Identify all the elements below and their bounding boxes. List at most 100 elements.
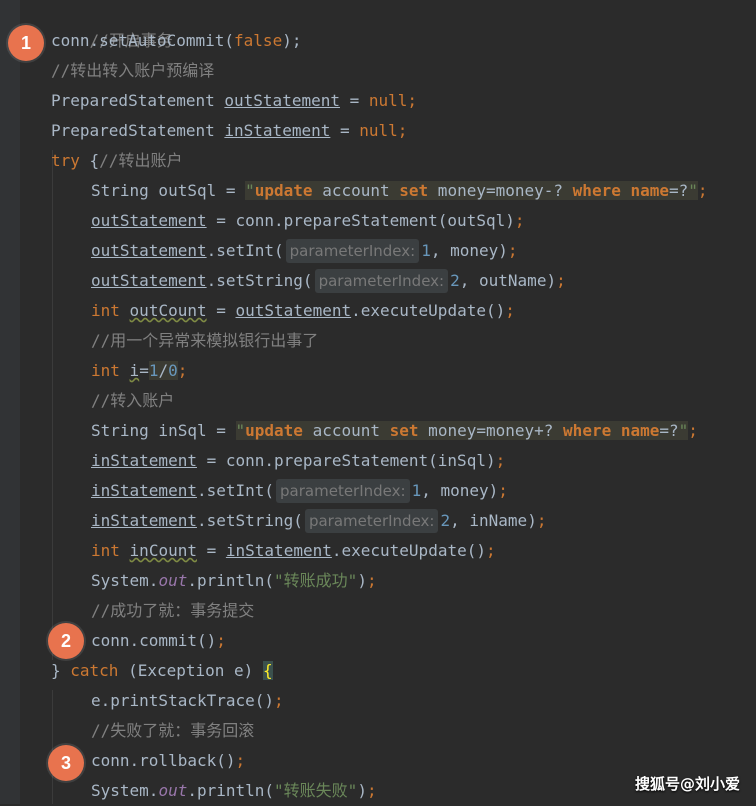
code-token: PreparedStatement xyxy=(51,91,225,110)
code-line[interactable]: int inCount = inStatement.executeUpdate(… xyxy=(91,536,496,566)
code-token: .println( xyxy=(187,781,275,800)
variable: inStatement xyxy=(91,481,197,500)
keyword: false xyxy=(234,31,283,50)
code-token: ); xyxy=(282,31,302,50)
parameter-hint: parameterIndex: xyxy=(285,239,420,263)
code-line[interactable]: outStatement.setString(parameterIndex: 2,… xyxy=(91,266,566,296)
code-token: conn.commit() xyxy=(91,631,217,650)
code-line[interactable]: //转入账户 xyxy=(91,386,174,416)
code-editor[interactable]: //开启事务 conn.setAutoCommit(false); //转出转入… xyxy=(0,0,756,804)
code-line[interactable]: String outSql = "update account set mone… xyxy=(91,176,708,206)
semicolon: ; xyxy=(507,241,518,260)
code-line[interactable]: outStatement = conn.prepareStatement(out… xyxy=(91,206,524,236)
code-line[interactable]: PreparedStatement outStatement = null; xyxy=(51,86,417,116)
annotation-badge-2: 2 xyxy=(48,623,84,659)
code-line[interactable]: conn.rollback(); xyxy=(91,746,245,776)
variable: inStatement xyxy=(91,511,197,530)
semicolon: ; xyxy=(536,511,547,530)
number: 1 xyxy=(421,241,431,260)
code-token: PreparedStatement xyxy=(51,121,225,140)
code-line[interactable]: conn.setAutoCommit(false); xyxy=(51,26,301,56)
parameter-hint: parameterIndex: xyxy=(304,509,439,533)
string-literal: "转账失败" xyxy=(274,781,358,800)
code-line[interactable]: inStatement.setString(parameterIndex: 2, … xyxy=(91,506,546,536)
comment: //失败了就：事务回滚 xyxy=(91,721,255,740)
watermark: 搜狐号@刘小爱 xyxy=(634,775,740,793)
code-line[interactable]: //用一个异常来模拟银行出事了 xyxy=(91,326,318,356)
code-line[interactable]: e.printStackTrace(); xyxy=(91,686,284,716)
code-token: .setString( xyxy=(196,511,303,530)
sql-keyword: set xyxy=(389,421,419,440)
code-line[interactable]: int outCount = outStatement.executeUpdat… xyxy=(91,296,515,326)
variable: outStatement xyxy=(91,271,207,290)
code-line[interactable]: //开启事务 xyxy=(51,0,173,50)
keyword: int xyxy=(91,301,120,320)
code-line[interactable]: try {//转出账户 xyxy=(51,146,182,176)
code-line[interactable]: //成功了就：事务提交 xyxy=(91,596,254,626)
code-token: .executeUpdate() xyxy=(351,301,506,320)
quote: " xyxy=(678,421,689,440)
code-line[interactable]: PreparedStatement inStatement = null; xyxy=(51,116,407,146)
parameter-hint: parameterIndex: xyxy=(276,479,410,503)
variable: outStatement xyxy=(235,301,352,320)
static-field: out xyxy=(158,571,188,590)
code-token: .println( xyxy=(187,571,275,590)
code-line[interactable]: conn.commit(); xyxy=(91,626,226,656)
sql-token: money=money-? xyxy=(428,181,573,200)
matched-brace: { xyxy=(262,661,273,680)
semicolon: ; xyxy=(505,301,515,320)
semicolon: ; xyxy=(514,211,525,230)
code-token: = conn.prepareStatement(inSql) xyxy=(196,451,496,470)
code-token: = xyxy=(196,541,226,560)
code-token: = xyxy=(330,121,360,140)
code-line[interactable]: } catch (Exception e) { xyxy=(51,656,273,686)
sql-keyword: update xyxy=(254,181,313,200)
code-token: = xyxy=(206,301,236,320)
sql-keyword: update xyxy=(245,421,303,440)
semicolon: ; xyxy=(366,781,377,800)
comment: //成功了就：事务提交 xyxy=(91,601,255,620)
sql-token: =? xyxy=(659,421,679,440)
code-line[interactable]: //转出转入账户预编译 xyxy=(51,56,214,86)
code-token: } xyxy=(51,661,71,680)
code-token: ) xyxy=(357,571,367,590)
code-line[interactable]: inStatement = conn.prepareStatement(inSq… xyxy=(91,446,505,476)
variable: outStatement xyxy=(224,91,340,110)
keyword: int xyxy=(91,361,120,380)
code-line[interactable]: //失败了就：事务回滚 xyxy=(91,716,254,746)
sql-keyword: name xyxy=(630,181,670,200)
comment: //用一个异常来模拟银行出事了 xyxy=(91,331,319,350)
quote: " xyxy=(688,181,698,200)
semicolon: ; xyxy=(397,121,408,140)
code-token: conn.setAutoCommit( xyxy=(51,31,235,50)
code-line[interactable]: int i=1/0; xyxy=(91,356,187,386)
code-line[interactable]: System.out.println("转账成功"); xyxy=(91,566,377,596)
code-line[interactable]: String inSql = "update account set money… xyxy=(91,416,698,446)
semicolon: ; xyxy=(235,751,246,770)
code-token: .setInt( xyxy=(206,241,284,260)
code-line[interactable]: inStatement.setInt(parameterIndex: 1, mon… xyxy=(91,476,508,506)
keyword: null xyxy=(368,91,408,110)
sql-string: "update account set money=money+? where … xyxy=(235,421,689,440)
code-token: (Exception e) xyxy=(118,661,263,680)
unused-variable: outCount xyxy=(129,301,207,320)
code-line[interactable]: outStatement.setInt(parameterIndex: 1, mo… xyxy=(91,236,518,266)
code-line[interactable]: System.out.println("转账失败"); xyxy=(91,776,377,806)
semicolon: ; xyxy=(697,181,708,200)
editor-gutter xyxy=(0,0,20,804)
code-token: / xyxy=(158,361,169,380)
semicolon: ; xyxy=(366,571,377,590)
keyword: try xyxy=(51,151,80,170)
code-token: .setString( xyxy=(206,271,313,290)
code-token: System. xyxy=(91,571,159,590)
sql-token: account xyxy=(302,421,390,440)
code-token: = conn.prepareStatement(outSql) xyxy=(206,211,515,230)
code-token: System. xyxy=(91,781,159,800)
annotation-badge-1: 1 xyxy=(8,25,44,61)
sql-token: account xyxy=(312,181,400,200)
semicolon: ; xyxy=(556,271,566,290)
sql-keyword: name xyxy=(620,421,660,440)
variable: inStatement xyxy=(91,451,197,470)
